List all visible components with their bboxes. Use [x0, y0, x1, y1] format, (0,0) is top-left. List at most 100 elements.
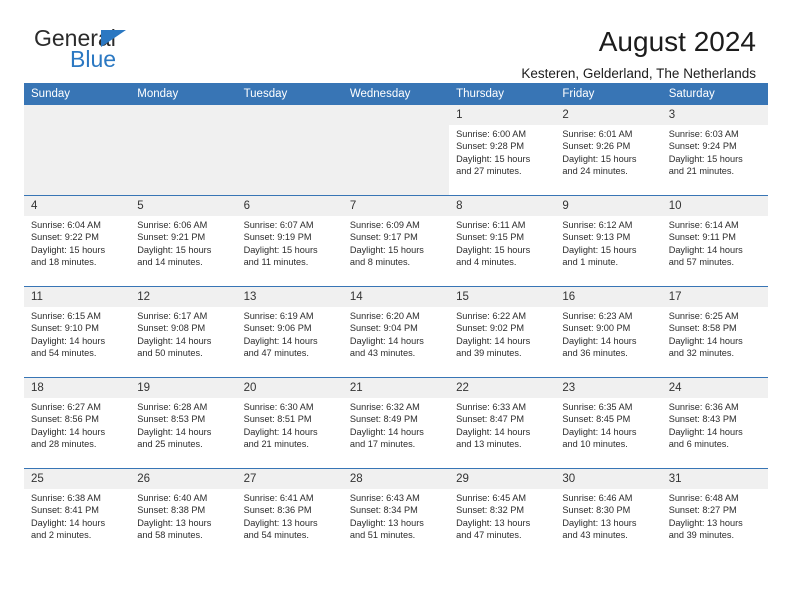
day-number: 27	[236, 469, 343, 489]
sunset-text: Sunset: 8:56 PM	[31, 414, 99, 425]
daylight-text-line2: and 2 minutes.	[31, 530, 92, 541]
sunset-text: Sunset: 9:24 PM	[668, 141, 737, 152]
calendar-day-cell[interactable]: 6 Sunrise: 6:07 AM Sunset: 9:19 PM Daylight…	[236, 196, 343, 286]
calendar-week-row: 25 Sunrise: 6:38 AM Sunset: 8:41 PM Dayligh…	[24, 468, 768, 559]
calendar-day-cell[interactable]: 31 Sunrise: 6:48 AM Sunset: 8:27 PM Dayligh…	[661, 469, 768, 559]
day-details: Sunrise: 6:46 AM Sunset: 8:30 PM Daylight:…	[555, 489, 661, 542]
calendar-day-cell[interactable]: 2 Sunrise: 6:01 AM Sunset: 9:26 PM Daylight…	[555, 105, 662, 195]
day-number: 19	[130, 378, 237, 398]
calendar-day-cell[interactable]: 9 Sunrise: 6:12 AM Sunset: 9:13 PM Daylight…	[555, 196, 662, 286]
day-number: 23	[555, 378, 662, 398]
sunrise-text: Sunrise: 6:00 AM	[456, 129, 527, 139]
sunset-text: Sunset: 9:28 PM	[456, 141, 525, 152]
day-number: 10	[661, 196, 768, 216]
calendar-day-cell[interactable]: 16 Sunrise: 6:23 AM Sunset: 9:00 PM Dayligh…	[555, 287, 662, 377]
calendar-cell: 19 Sunrise: 6:28 AM Sunset: 8:53 PM Dayligh…	[130, 377, 237, 469]
weekday-header-tuesday: Tuesday	[236, 83, 343, 105]
calendar-day-cell[interactable]: 26 Sunrise: 6:40 AM Sunset: 8:38 PM Dayligh…	[130, 469, 237, 559]
calendar-day-cell[interactable]: 7 Sunrise: 6:09 AM Sunset: 9:17 PM Daylight…	[342, 196, 450, 286]
daylight-text-line2: and 21 minutes.	[243, 439, 309, 450]
day-number: 7	[342, 196, 450, 216]
calendar-day-cell[interactable]: 24 Sunrise: 6:36 AM Sunset: 8:43 PM Dayligh…	[661, 378, 768, 468]
calendar-day-cell[interactable]: 25 Sunrise: 6:38 AM Sunset: 8:41 PM Dayligh…	[24, 469, 131, 559]
calendar-day-cell[interactable]: 23 Sunrise: 6:35 AM Sunset: 8:45 PM Dayligh…	[555, 378, 662, 468]
calendar-day-cell[interactable]: 19 Sunrise: 6:28 AM Sunset: 8:53 PM Dayligh…	[130, 378, 237, 468]
calendar-day-cell[interactable]: 11 Sunrise: 6:15 AM Sunset: 9:10 PM Dayligh…	[24, 287, 131, 377]
calendar-day-cell[interactable]: 28 Sunrise: 6:43 AM Sunset: 8:34 PM Dayligh…	[342, 469, 450, 559]
day-number: 15	[449, 287, 556, 307]
sunset-text: Sunset: 9:00 PM	[562, 323, 631, 334]
calendar-day-cell[interactable]: 27 Sunrise: 6:41 AM Sunset: 8:36 PM Dayligh…	[236, 469, 343, 559]
brand-name-blue: Blue	[70, 46, 117, 72]
calendar-day-cell[interactable]: 30 Sunrise: 6:46 AM Sunset: 8:30 PM Dayligh…	[555, 469, 662, 559]
day-details: Sunrise: 6:12 AM Sunset: 9:13 PM Daylight:…	[555, 216, 661, 269]
calendar-cell: 18 Sunrise: 6:27 AM Sunset: 8:56 PM Dayligh…	[24, 377, 131, 469]
calendar-day-cell[interactable]: 18 Sunrise: 6:27 AM Sunset: 8:56 PM Dayligh…	[24, 378, 131, 468]
sunrise-text: Sunrise: 6:33 AM	[456, 402, 527, 412]
calendar-day-cell[interactable]: 17 Sunrise: 6:25 AM Sunset: 8:58 PM Dayligh…	[661, 287, 768, 377]
calendar-day-cell[interactable]: 20 Sunrise: 6:30 AM Sunset: 8:51 PM Dayligh…	[236, 378, 343, 468]
day-details: Sunrise: 6:07 AM Sunset: 9:19 PM Daylight:…	[237, 216, 343, 269]
calendar-day-cell[interactable]: 4 Sunrise: 6:04 AM Sunset: 9:22 PM Daylight…	[24, 196, 131, 286]
calendar-day-cell[interactable]: 10 Sunrise: 6:14 AM Sunset: 9:11 PM Dayligh…	[661, 196, 768, 286]
daylight-text-line1: Daylight: 15 hours	[668, 153, 743, 164]
day-details: Sunrise: 6:35 AM Sunset: 8:45 PM Daylight:…	[555, 398, 661, 451]
sunset-text: Sunset: 9:04 PM	[349, 323, 418, 334]
daylight-text-line1: Daylight: 13 hours	[456, 517, 531, 528]
daylight-text-line1: Daylight: 14 hours	[31, 426, 106, 437]
calendar-day-cell[interactable]: 22 Sunrise: 6:33 AM Sunset: 8:47 PM Dayligh…	[449, 378, 556, 468]
calendar-cell: 24 Sunrise: 6:36 AM Sunset: 8:43 PM Dayligh…	[661, 377, 768, 469]
daylight-text-line1: Daylight: 14 hours	[668, 244, 743, 255]
daylight-text-line2: and 54 minutes.	[243, 530, 309, 541]
calendar-cell: 1 Sunrise: 6:00 AM Sunset: 9:28 PM Daylight…	[449, 105, 556, 196]
day-number: 2	[555, 105, 662, 125]
sunset-text: Sunset: 8:53 PM	[137, 414, 206, 425]
daylight-text-line2: and 47 minutes.	[243, 348, 309, 359]
daylight-text-line1: Daylight: 14 hours	[456, 335, 531, 346]
day-number: 24	[661, 378, 768, 398]
daylight-text-line1: Daylight: 15 hours	[562, 244, 637, 255]
calendar-cell: 29 Sunrise: 6:45 AM Sunset: 8:32 PM Dayligh…	[449, 468, 556, 559]
day-number: 20	[236, 378, 343, 398]
calendar-day-cell[interactable]: 8 Sunrise: 6:11 AM Sunset: 9:15 PM Daylight…	[449, 196, 556, 286]
day-number: 17	[661, 287, 768, 307]
calendar-day-cell[interactable]: 21 Sunrise: 6:32 AM Sunset: 8:49 PM Dayligh…	[342, 378, 450, 468]
day-number: 16	[555, 287, 662, 307]
calendar-day-cell[interactable]: 3 Sunrise: 6:03 AM Sunset: 9:24 PM Daylight…	[661, 105, 768, 195]
sunrise-text: Sunrise: 6:09 AM	[349, 220, 420, 230]
day-details: Sunrise: 6:20 AM Sunset: 9:04 PM Daylight:…	[343, 307, 449, 360]
calendar-cell: 23 Sunrise: 6:35 AM Sunset: 8:45 PM Dayligh…	[555, 377, 662, 469]
day-number: 8	[449, 196, 556, 216]
calendar-page: General Blue August 2024 Kesteren, Gelde…	[0, 0, 792, 612]
page-header: General Blue August 2024 Kesteren, Gelde…	[24, 0, 768, 82]
daylight-text-line1: Daylight: 14 hours	[243, 335, 318, 346]
calendar-day-cell[interactable]: 5 Sunrise: 6:06 AM Sunset: 9:21 PM Daylight…	[130, 196, 237, 286]
calendar-cell	[24, 105, 131, 196]
calendar-day-cell-empty	[342, 105, 450, 195]
sunset-text: Sunset: 8:27 PM	[668, 505, 737, 516]
calendar-day-cell[interactable]: 15 Sunrise: 6:22 AM Sunset: 9:02 PM Dayligh…	[449, 287, 556, 377]
calendar-day-cell[interactable]: 29 Sunrise: 6:45 AM Sunset: 8:32 PM Dayligh…	[449, 469, 556, 559]
daylight-text-line2: and 27 minutes.	[456, 166, 522, 177]
calendar-day-cell[interactable]: 1 Sunrise: 6:00 AM Sunset: 9:28 PM Daylight…	[449, 105, 556, 195]
sunrise-text: Sunrise: 6:14 AM	[668, 220, 739, 230]
sunset-text: Sunset: 8:58 PM	[668, 323, 737, 334]
day-details: Sunrise: 6:14 AM Sunset: 9:11 PM Daylight:…	[662, 216, 768, 269]
day-details: Sunrise: 6:11 AM Sunset: 9:15 PM Daylight:…	[449, 216, 555, 269]
sunset-text: Sunset: 8:47 PM	[456, 414, 525, 425]
calendar-cell	[342, 105, 450, 196]
calendar-cell: 26 Sunrise: 6:40 AM Sunset: 8:38 PM Dayligh…	[130, 468, 237, 559]
calendar-day-cell[interactable]: 14 Sunrise: 6:20 AM Sunset: 9:04 PM Dayligh…	[342, 287, 450, 377]
day-details: Sunrise: 6:04 AM Sunset: 9:22 PM Daylight:…	[24, 216, 130, 269]
daylight-text-line2: and 58 minutes.	[137, 530, 203, 541]
sunrise-text: Sunrise: 6:30 AM	[243, 402, 314, 412]
day-number: 30	[555, 469, 662, 489]
weekday-header-wednesday: Wednesday	[342, 83, 450, 105]
daylight-text-line1: Daylight: 14 hours	[562, 426, 637, 437]
daylight-text-line2: and 36 minutes.	[562, 348, 628, 359]
calendar-day-cell[interactable]: 12 Sunrise: 6:17 AM Sunset: 9:08 PM Dayligh…	[130, 287, 237, 377]
sunset-text: Sunset: 8:49 PM	[349, 414, 418, 425]
brand-logo[interactable]: General Blue	[24, 26, 194, 82]
calendar-day-cell[interactable]: 13 Sunrise: 6:19 AM Sunset: 9:06 PM Dayligh…	[236, 287, 343, 377]
sunrise-text: Sunrise: 6:25 AM	[668, 311, 739, 321]
